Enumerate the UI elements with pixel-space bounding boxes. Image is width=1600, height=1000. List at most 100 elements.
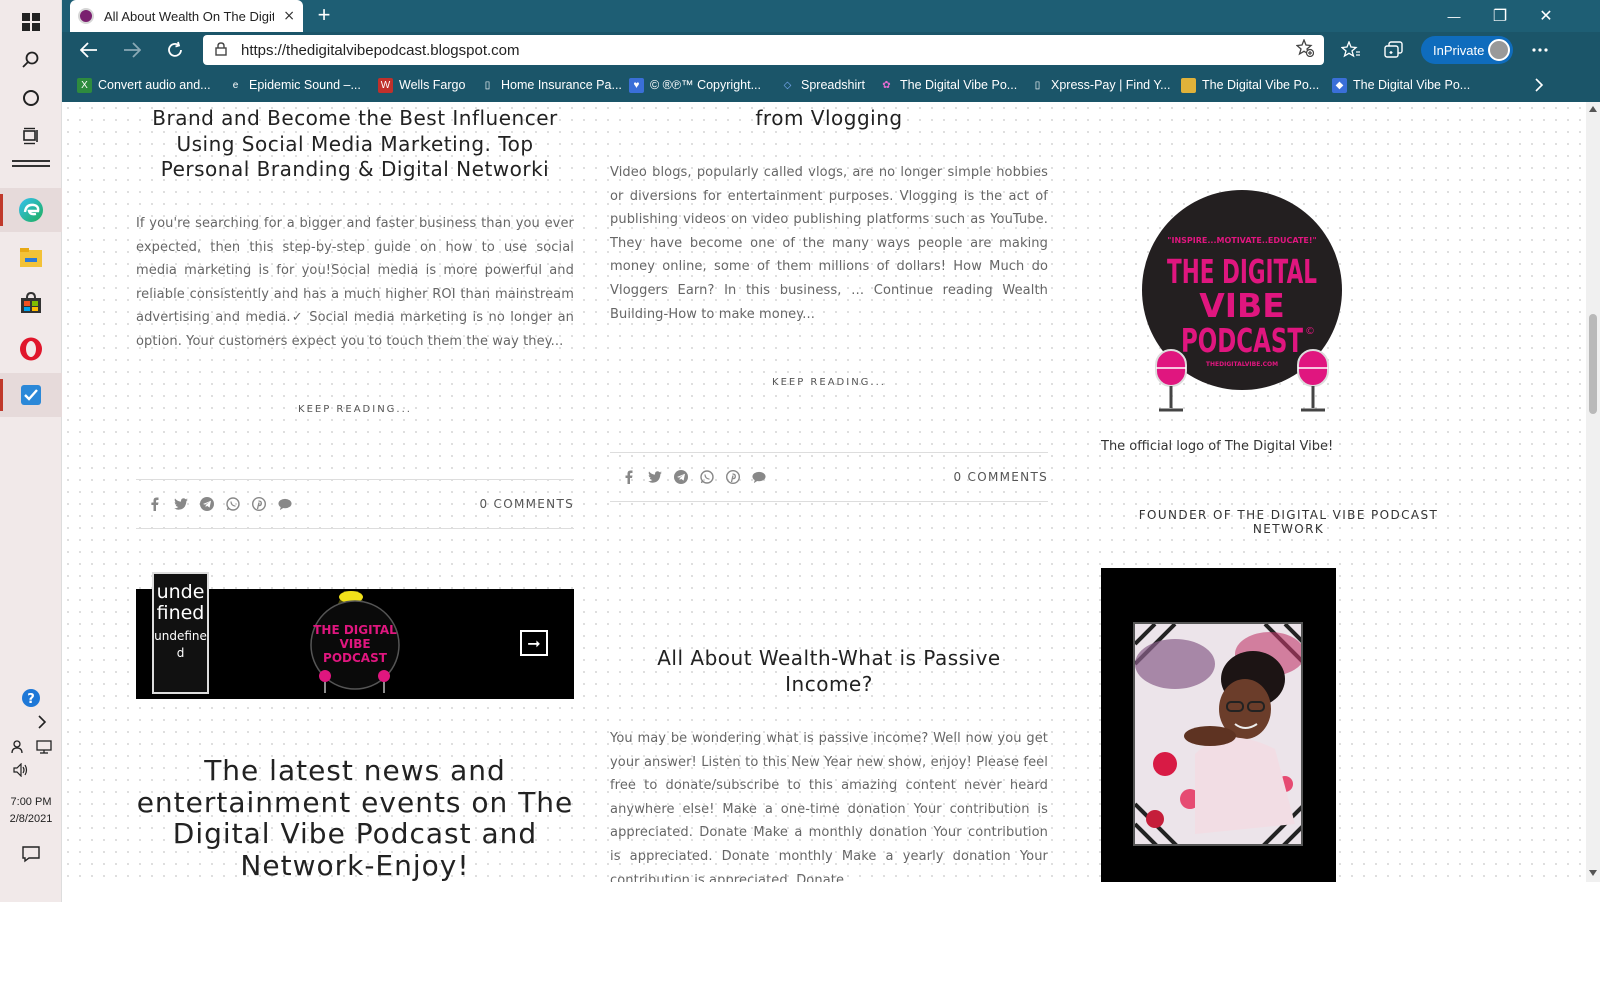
opera-icon[interactable] — [0, 327, 62, 371]
bookmark-spreadshirt[interactable]: ◇ Spreadshirt — [780, 75, 865, 95]
bookmark-label: Spreadshirt — [801, 78, 865, 92]
post-title-passive-income[interactable]: All About Wealth-What is Passive Income? — [610, 646, 1048, 697]
bookmark-label: © ®℗™ Copyright... — [650, 78, 761, 92]
title-bar: All About Wealth On The Digital × + — ❐ … — [62, 0, 1600, 32]
founder-photo-frame — [1101, 568, 1336, 882]
scrollbar-thumb[interactable] — [1589, 314, 1597, 414]
podcast-favicon-icon — [78, 8, 94, 24]
favorites-bar: X Convert audio and... e Epidemic Sound –.… — [62, 68, 1600, 102]
refresh-button[interactable] — [160, 36, 190, 64]
bookmark-digital-vibe-2[interactable]: ▬ The Digital Vibe Po... — [1181, 75, 1319, 95]
keep-reading-link-vlogging[interactable]: KEEP READING... — [610, 377, 1048, 388]
file-explorer-icon[interactable] — [0, 235, 62, 279]
slide-caption-box: undefined undefined — [152, 572, 209, 694]
bookmarks-overflow-chevron-icon[interactable] — [1534, 75, 1544, 95]
bookmark-label: Xpress-Pay | Find Y... — [1051, 78, 1171, 92]
active-tab[interactable]: All About Wealth On The Digital × — [70, 0, 303, 32]
bookmark-convert-audio[interactable]: X Convert audio and... — [77, 75, 211, 95]
scroll-down-icon[interactable] — [1589, 870, 1597, 876]
clock-time[interactable]: 7:00 PM — [0, 794, 62, 810]
bookmark-home-insurance[interactable]: ▯ Home Insurance Pa... — [480, 75, 622, 95]
collections-icon[interactable] — [1379, 36, 1409, 64]
page-scrollbar[interactable] — [1586, 102, 1600, 882]
taskbar-divider — [12, 165, 50, 167]
more-menu-icon[interactable] — [1525, 36, 1555, 64]
clock-date[interactable]: 2/8/2021 — [0, 811, 62, 827]
bookmark-epidemic-sound[interactable]: e Epidemic Sound –... — [228, 75, 361, 95]
lock-icon[interactable] — [215, 41, 227, 60]
bookmark-label: The Digital Vibe Po... — [1353, 78, 1471, 92]
bookmark-icon: ▯ — [1034, 79, 1041, 91]
bookmark-icon: ♥ — [629, 77, 644, 93]
comments-link-branding[interactable]: 0 COMMENTS — [480, 497, 575, 511]
logo-line-3: PODCAST — [1181, 321, 1303, 360]
app-check-icon[interactable] — [0, 373, 62, 417]
bookmark-copyright[interactable]: ♥ © ®℗™ Copyright... — [629, 75, 761, 95]
telegram-icon[interactable] — [200, 497, 214, 511]
slide-next-arrow-icon[interactable]: ➞ — [520, 630, 548, 656]
post-excerpt-vlogging: Video blogs, popularly called vlogs, are… — [610, 165, 1048, 322]
slide-caption-subtitle: undefined — [154, 629, 207, 660]
browser-window: All About Wealth On The Digital × + — ❐ … — [62, 0, 1600, 902]
avatar — [1488, 39, 1510, 61]
bookmark-label: Wells Fargo — [399, 78, 466, 92]
inprivate-button[interactable]: InPrivate — [1421, 36, 1513, 64]
address-toolbar: https://thedigitalvibepodcast.blogspot.c… — [62, 32, 1600, 68]
task-view-icon[interactable] — [0, 114, 62, 158]
whatsapp-icon[interactable] — [226, 497, 240, 511]
post-title-branding[interactable]: Brand and Become the Best Influencer Usi… — [136, 106, 574, 183]
web-page: Brand and Become the Best Influencer Usi… — [62, 102, 1600, 882]
favorites-icon[interactable] — [1336, 36, 1366, 64]
comments-link-vlogging[interactable]: 0 COMMENTS — [954, 470, 1049, 484]
edge-browser-icon[interactable] — [0, 188, 62, 232]
facebook-icon[interactable] — [622, 470, 636, 484]
url-bar[interactable]: https://thedigitalvibepodcast.blogspot.c… — [203, 35, 1324, 65]
bookmark-digital-vibe-3[interactable]: ◆ The Digital Vibe Po... — [1332, 75, 1470, 95]
logo-copyright-mark: © — [1305, 326, 1315, 337]
bookmark-icon: ▯ — [484, 79, 491, 91]
inprivate-label: InPrivate — [1433, 42, 1485, 58]
logo-domain: THEDIGITALVIBE.COM — [1206, 361, 1278, 368]
pinterest-icon[interactable] — [252, 497, 266, 511]
new-tab-button[interactable]: + — [312, 4, 336, 28]
close-window-button[interactable]: ✕ — [1523, 0, 1569, 32]
post-title-vlogging[interactable]: from Vlogging — [610, 106, 1048, 132]
bookmark-icon: ✿ — [882, 79, 891, 91]
slide-logo-line-1: THE DIGITAL — [313, 623, 397, 637]
notifications-icon[interactable] — [0, 832, 62, 876]
twitter-icon[interactable] — [174, 497, 188, 511]
store-icon[interactable] — [0, 281, 62, 325]
url-text[interactable]: https://thedigitalvibepodcast.blogspot.c… — [241, 42, 520, 59]
bookmark-xpress-pay[interactable]: ▯ Xpress-Pay | Find Y... — [1030, 75, 1171, 95]
bookmark-digital-vibe-1[interactable]: ✿ The Digital Vibe Po... — [879, 75, 1017, 95]
tab-close-icon[interactable]: × — [283, 8, 295, 24]
bookmark-label: Convert audio and... — [98, 78, 211, 92]
post-title-latest-news[interactable]: The latest news and entertainment events… — [136, 755, 574, 881]
pinterest-icon[interactable] — [726, 470, 740, 484]
scroll-up-icon[interactable] — [1589, 106, 1597, 112]
share-bar-vlogging: 0 COMMENTS — [610, 452, 1048, 502]
facebook-icon[interactable] — [148, 497, 162, 511]
founder-photo — [1133, 622, 1303, 846]
volume-icon[interactable] — [6, 748, 36, 792]
add-favorite-icon[interactable] — [1295, 38, 1315, 61]
logo-tagline: "INSPIRE...MOTIVATE..EDUCATE!" — [1167, 236, 1316, 245]
keep-reading-link-branding[interactable]: KEEP READING... — [136, 404, 574, 415]
comment-icon[interactable] — [278, 497, 292, 511]
forward-button[interactable] — [117, 36, 147, 64]
taskbar-divider — [12, 160, 50, 162]
telegram-icon[interactable] — [674, 470, 688, 484]
founder-heading: FOUNDER OF THE DIGITAL VIBE PODCAST NETW… — [1138, 508, 1439, 536]
taskbar: ? 7:00 PM 2/8/2021 — [0, 0, 62, 902]
comment-icon[interactable] — [752, 470, 766, 484]
bookmark-wells-fargo[interactable]: W Wells Fargo — [378, 75, 465, 95]
screen: ? 7:00 PM 2/8/2021 All About Wealth On T… — [0, 0, 1600, 1000]
twitter-icon[interactable] — [648, 470, 662, 484]
minimize-button[interactable]: — — [1431, 0, 1477, 32]
restore-button[interactable]: ❐ — [1477, 0, 1523, 32]
share-bar-branding: 0 COMMENTS — [136, 479, 574, 529]
back-button[interactable] — [74, 36, 104, 64]
whatsapp-icon[interactable] — [700, 470, 714, 484]
bookmark-icon: ◇ — [783, 79, 792, 91]
bookmark-icon: e — [232, 79, 239, 91]
